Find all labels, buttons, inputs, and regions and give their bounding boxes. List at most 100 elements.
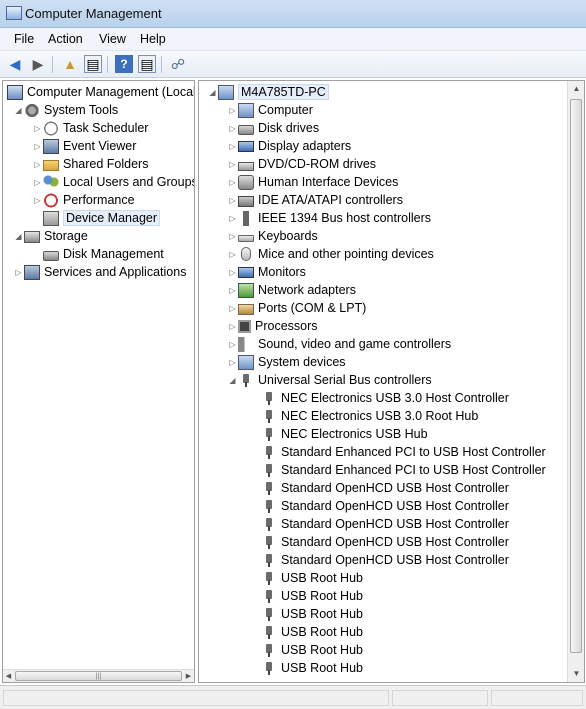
collapsed-arrow-icon[interactable]: ▷ <box>227 196 238 205</box>
tree-node-device-manager[interactable]: Device Manager <box>43 209 161 227</box>
tree-node-task-scheduler[interactable]: ▷ Task Scheduler <box>32 119 148 137</box>
device-category-label: Display adapters <box>258 139 352 153</box>
usb-device-item[interactable]: USB Root Hub <box>261 569 363 587</box>
tree-node-event-viewer[interactable]: ▷ Event Viewer <box>32 137 136 155</box>
tree-node-system-tools[interactable]: ◢ System Tools <box>13 101 118 119</box>
usb-device-item[interactable]: Standard Enhanced PCI to USB Host Contro… <box>261 443 546 461</box>
device-category[interactable]: ▷ Disk drives <box>227 119 319 137</box>
device-category[interactable]: ▷ Monitors <box>227 263 306 281</box>
hid-icon <box>238 174 254 190</box>
scroll-up-icon[interactable]: ▲ <box>568 81 585 97</box>
tree-node-storage[interactable]: ◢ Storage <box>13 227 87 245</box>
back-arrow-icon[interactable]: ◀ <box>6 55 24 73</box>
usb-device-item[interactable]: USB Root Hub <box>261 641 363 659</box>
device-category[interactable]: ▷ DVD/CD-ROM drives <box>227 155 376 173</box>
collapsed-arrow-icon[interactable]: ▷ <box>32 124 43 133</box>
collapsed-arrow-icon[interactable]: ▷ <box>227 214 238 223</box>
collapsed-arrow-icon[interactable]: ▷ <box>227 106 238 115</box>
device-tree-root-label: M4A785TD-PC <box>238 84 329 100</box>
forward-arrow-icon[interactable]: ▶ <box>29 55 47 73</box>
scrollbar-thumb[interactable] <box>570 99 582 653</box>
menu-action[interactable]: Action <box>48 32 83 46</box>
up-folder-icon[interactable]: ▲ <box>61 55 79 73</box>
collapsed-arrow-icon[interactable]: ▷ <box>227 268 238 277</box>
show-hide-action-pane-icon[interactable]: ▤ <box>138 55 156 73</box>
device-category[interactable]: ▷ Keyboards <box>227 227 317 245</box>
expanded-arrow-icon[interactable]: ◢ <box>13 106 24 115</box>
collapsed-arrow-icon[interactable]: ▷ <box>13 268 24 277</box>
scan-hardware-icon[interactable]: ☍ <box>169 55 187 73</box>
usb-device-label: Standard OpenHCD USB Host Controller <box>281 499 509 513</box>
services-icon <box>24 264 40 280</box>
expanded-arrow-icon[interactable]: ◢ <box>13 232 24 241</box>
device-category[interactable]: ▷ Network adapters <box>227 281 356 299</box>
device-category[interactable]: ▷ Computer <box>227 101 313 119</box>
usb-device-item[interactable]: USB Root Hub <box>261 623 363 641</box>
usb-device-item[interactable]: Standard OpenHCD USB Host Controller <box>261 533 509 551</box>
help-icon[interactable]: ? <box>115 55 133 73</box>
collapsed-arrow-icon[interactable]: ▷ <box>227 304 238 313</box>
usb-device-item[interactable]: Standard OpenHCD USB Host Controller <box>261 497 509 515</box>
collapsed-arrow-icon[interactable]: ▷ <box>227 286 238 295</box>
usb-device-item[interactable]: NEC Electronics USB 3.0 Root Hub <box>261 407 478 425</box>
usb-device-item[interactable]: Standard Enhanced PCI to USB Host Contro… <box>261 461 546 479</box>
left-horizontal-scrollbar[interactable]: ◀ ||| ▶ <box>3 669 194 682</box>
toolbar: ◀ ▶ ▲ ▤ ? ▤ ☍ <box>0 51 586 78</box>
collapsed-arrow-icon[interactable]: ▷ <box>227 358 238 367</box>
collapsed-arrow-icon[interactable]: ▷ <box>227 322 238 331</box>
show-hide-tree-icon[interactable]: ▤ <box>84 55 102 73</box>
device-category[interactable]: ▷ IEEE 1394 Bus host controllers <box>227 209 431 227</box>
device-tree-root[interactable]: ◢ M4A785TD-PC <box>207 83 329 101</box>
expanded-arrow-icon[interactable]: ◢ <box>227 376 238 385</box>
device-category[interactable]: ▷ Sound, video and game controllers <box>227 335 451 353</box>
usb-device-item[interactable]: Standard OpenHCD USB Host Controller <box>261 551 509 569</box>
tree-node-shared-folders[interactable]: ▷ Shared Folders <box>32 155 148 173</box>
usb-device-item[interactable]: NEC Electronics USB Hub <box>261 425 428 443</box>
device-category[interactable]: ▷ Mice and other pointing devices <box>227 245 434 263</box>
collapsed-arrow-icon[interactable]: ▷ <box>227 124 238 133</box>
scroll-right-icon[interactable]: ▶ <box>183 670 194 683</box>
collapsed-arrow-icon[interactable]: ▷ <box>32 196 43 205</box>
menu-help[interactable]: Help <box>140 32 166 46</box>
scroll-down-icon[interactable]: ▼ <box>568 666 585 682</box>
collapsed-arrow-icon[interactable]: ▷ <box>32 142 43 151</box>
collapsed-arrow-icon[interactable]: ▷ <box>227 232 238 241</box>
usb-device-item[interactable]: Standard OpenHCD USB Host Controller <box>261 515 509 533</box>
tree-node-local-users[interactable]: ▷ Local Users and Groups <box>32 173 194 191</box>
scroll-left-icon[interactable]: ◀ <box>3 670 14 683</box>
collapsed-arrow-icon[interactable]: ▷ <box>227 160 238 169</box>
usb-connector-icon <box>261 643 277 658</box>
tree-node-disk-management[interactable]: Disk Management <box>43 245 164 263</box>
menu-view[interactable]: View <box>99 32 126 46</box>
tree-node-computer-management[interactable]: Computer Management (Local <box>7 83 194 101</box>
device-category[interactable]: ▷ Human Interface Devices <box>227 173 398 191</box>
device-category[interactable]: ▷ Ports (COM & LPT) <box>227 299 366 317</box>
collapsed-arrow-icon[interactable]: ▷ <box>227 340 238 349</box>
collapsed-arrow-icon[interactable]: ▷ <box>227 142 238 151</box>
scrollbar-thumb[interactable]: ||| <box>15 671 182 681</box>
computer-icon <box>238 102 254 118</box>
collapsed-arrow-icon[interactable]: ▷ <box>32 160 43 169</box>
collapsed-arrow-icon[interactable]: ▷ <box>32 178 43 187</box>
device-category[interactable]: ▷ Processors <box>227 317 317 335</box>
device-vertical-scrollbar[interactable]: ▲ ▼ <box>567 81 584 682</box>
usb-connector-icon <box>261 481 277 496</box>
usb-device-item[interactable]: USB Root Hub <box>261 587 363 605</box>
device-category-label: IDE ATA/ATAPI controllers <box>258 193 403 207</box>
tree-node-performance[interactable]: ▷ Performance <box>32 191 135 209</box>
usb-device-item[interactable]: NEC Electronics USB 3.0 Host Controller <box>261 389 509 407</box>
device-category[interactable]: ▷ IDE ATA/ATAPI controllers <box>227 191 403 209</box>
usb-device-item[interactable]: USB Root Hub <box>261 605 363 623</box>
usb-device-item[interactable]: USB Root Hub <box>261 659 363 677</box>
tree-node-services-applications[interactable]: ▷ Services and Applications <box>13 263 186 281</box>
collapsed-arrow-icon[interactable]: ▷ <box>227 250 238 259</box>
usb-device-label: NEC Electronics USB 3.0 Root Hub <box>281 409 479 423</box>
device-category[interactable]: ◢ Universal Serial Bus controllers <box>227 371 431 389</box>
tree-label: Disk Management <box>63 247 164 261</box>
collapsed-arrow-icon[interactable]: ▷ <box>227 178 238 187</box>
usb-device-item[interactable]: Standard OpenHCD USB Host Controller <box>261 479 509 497</box>
menu-file[interactable]: File <box>14 32 34 46</box>
device-category[interactable]: ▷ Display adapters <box>227 137 351 155</box>
expanded-arrow-icon[interactable]: ◢ <box>207 88 218 97</box>
device-category[interactable]: ▷ System devices <box>227 353 346 371</box>
